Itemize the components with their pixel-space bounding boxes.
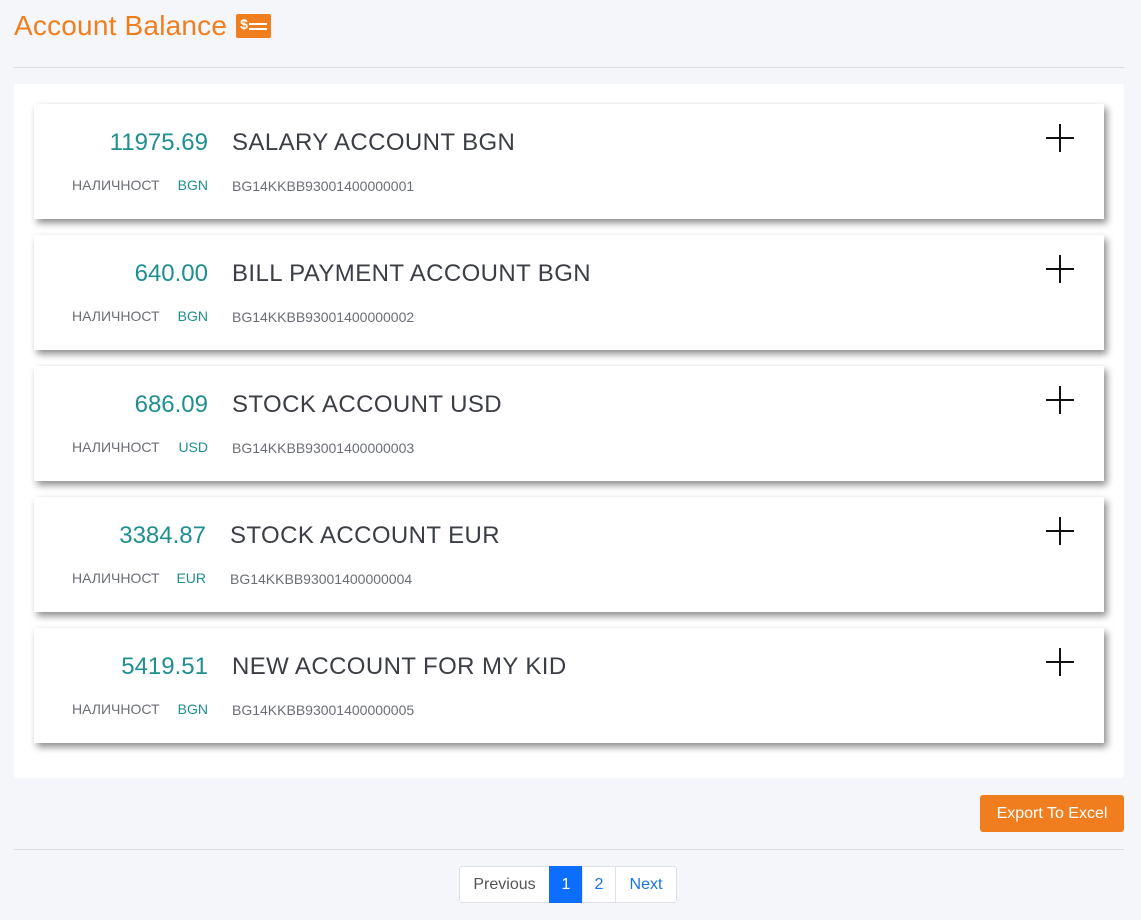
expand-plus-icon[interactable] <box>1046 648 1074 676</box>
available-label: НАЛИЧНОСТ <box>72 308 160 324</box>
account-iban: BG14KKBB93001400000004 <box>230 571 413 587</box>
expand-plus-icon[interactable] <box>1046 517 1074 545</box>
account-iban: BG14KKBB93001400000003 <box>232 440 415 456</box>
accounts-panel: 11975.69 SALARY ACCOUNT BGN НАЛИЧНОСТ BG… <box>14 84 1124 778</box>
available-label: НАЛИЧНОСТ <box>72 701 160 717</box>
money-card-icon: $ <box>236 14 272 38</box>
available-label: НАЛИЧНОСТ <box>72 177 160 193</box>
account-card: 11975.69 SALARY ACCOUNT BGN НАЛИЧНОСТ BG… <box>34 104 1104 219</box>
expand-plus-icon[interactable] <box>1046 255 1074 283</box>
page-title: Account Balance <box>14 10 228 41</box>
account-currency: BGN <box>177 177 208 193</box>
account-name: STOCK ACCOUNT USD <box>232 391 502 418</box>
account-name: BILL PAYMENT ACCOUNT BGN <box>232 260 592 287</box>
expand-plus-icon[interactable] <box>1046 124 1074 152</box>
pagination-previous[interactable]: Previous <box>459 866 550 903</box>
pagination-next[interactable]: Next <box>615 866 677 903</box>
pagination: Previous 1 2 Next <box>459 866 677 903</box>
top-divider <box>14 67 1124 68</box>
account-card: 5419.51 NEW ACCOUNT FOR MY KID НАЛИЧНОСТ… <box>34 628 1104 743</box>
expand-plus-icon[interactable] <box>1046 386 1074 414</box>
account-amount: 11975.69 <box>109 129 208 156</box>
account-name: STOCK ACCOUNT EUR <box>230 522 500 549</box>
account-card: 3384.87 STOCK ACCOUNT EUR НАЛИЧНОСТ EUR … <box>34 497 1104 612</box>
account-name: SALARY ACCOUNT BGN <box>232 129 516 156</box>
account-amount: 3384.87 <box>119 522 206 549</box>
account-currency: BGN <box>177 308 208 324</box>
pagination-page-1[interactable]: 1 <box>549 866 583 903</box>
account-amount: 5419.51 <box>121 653 208 680</box>
account-card: 686.09 STOCK ACCOUNT USD НАЛИЧНОСТ USD B… <box>34 366 1104 481</box>
page-header: Account Balance $ <box>14 6 272 46</box>
account-card: 640.00 BILL PAYMENT ACCOUNT BGN НАЛИЧНОС… <box>34 235 1104 350</box>
account-currency: USD <box>178 439 208 455</box>
account-iban: BG14KKBB93001400000002 <box>232 309 415 325</box>
account-iban: BG14KKBB93001400000005 <box>232 702 415 718</box>
account-amount: 686.09 <box>134 391 208 418</box>
account-iban: BG14KKBB93001400000001 <box>232 178 415 194</box>
account-amount: 640.00 <box>134 260 208 287</box>
bottom-divider <box>14 849 1124 850</box>
export-to-excel-button[interactable]: Export To Excel <box>980 795 1124 832</box>
account-currency: BGN <box>177 701 208 717</box>
account-currency: EUR <box>176 570 206 586</box>
available-label: НАЛИЧНОСТ <box>72 570 160 586</box>
available-label: НАЛИЧНОСТ <box>72 439 160 455</box>
pagination-page-2[interactable]: 2 <box>582 866 616 903</box>
account-name: NEW ACCOUNT FOR MY KID <box>232 653 567 680</box>
